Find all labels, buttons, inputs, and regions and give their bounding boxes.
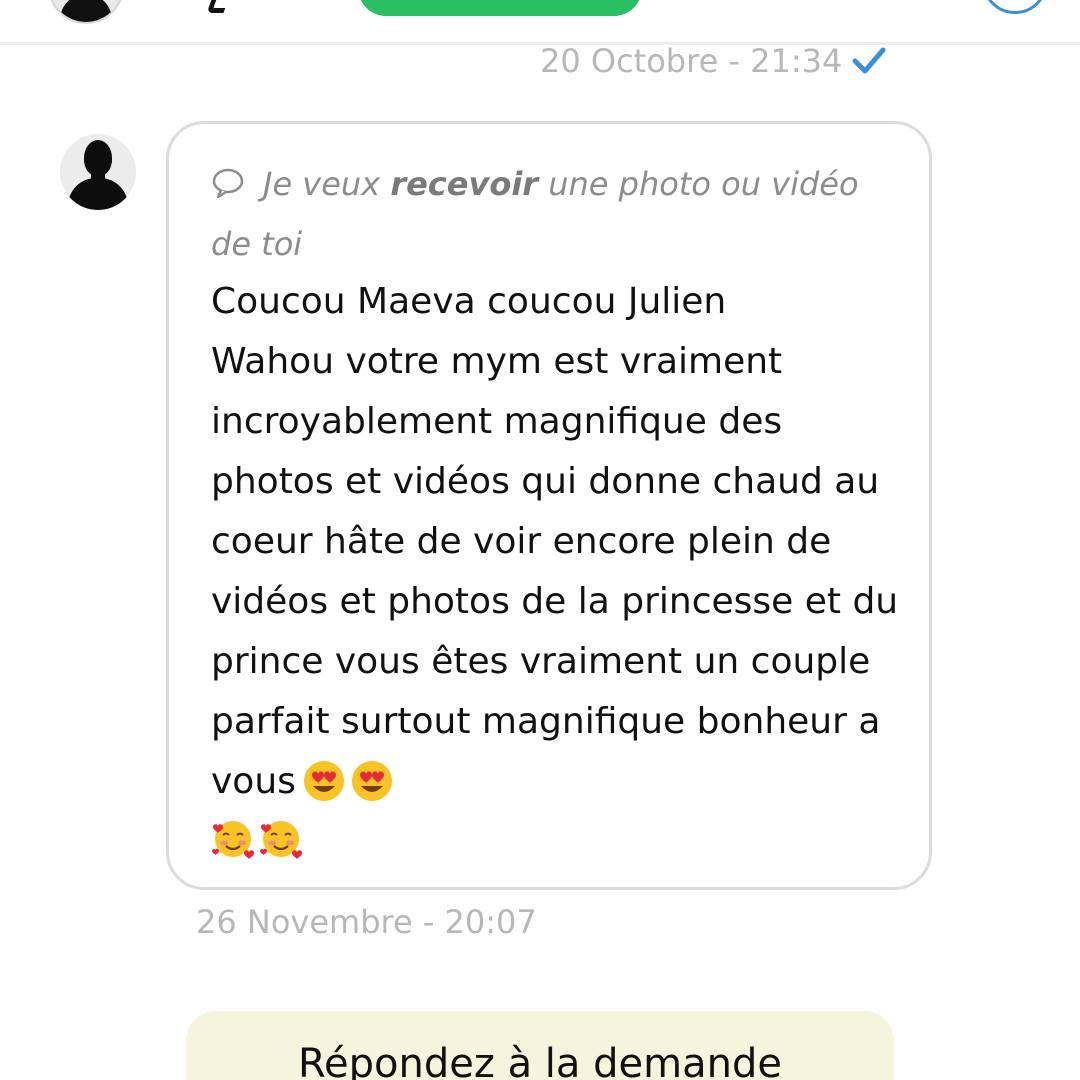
message-body: Coucou Maeva coucou Julien Wahou votre m… (211, 272, 911, 812)
contact-avatar[interactable] (48, 0, 124, 24)
trailing-emojis (211, 817, 303, 861)
heart-eyes-emoji-icon (303, 761, 344, 801)
request-prefix: Je veux (263, 165, 391, 203)
request-type-line: Je veux recevoir une photo ou vidéo de t… (211, 154, 891, 274)
conversation-page: 20 Octobre - 21:34 Je veux recevoir une … (0, 0, 1080, 1080)
avatar-body-silhouette (60, 0, 112, 22)
sent-timestamp: 20 Octobre - 21:34 (540, 42, 843, 80)
contact-name-fragment (206, 0, 231, 13)
checkmark-icon (852, 47, 886, 74)
sender-avatar[interactable] (60, 134, 136, 210)
comment-icon (212, 168, 244, 198)
smiling-face-with-hearts-emoji-icon (260, 821, 302, 859)
message-body-text: Coucou Maeva coucou Julien Wahou votre m… (211, 281, 899, 802)
message-bubble: Je veux recevoir une photo ou vidéo de t… (166, 121, 932, 890)
top-action-button[interactable] (358, 0, 642, 16)
top-bar (0, 0, 1080, 45)
avatar-body-silhouette (68, 178, 128, 210)
reply-to-request-button[interactable]: Répondez à la demande (186, 1011, 894, 1080)
received-timestamp: 26 Novembre - 20:07 (196, 903, 537, 941)
inline-emojis (302, 759, 394, 803)
top-circle-button[interactable] (982, 0, 1048, 14)
reply-button-label: Répondez à la demande (298, 1041, 782, 1080)
smiling-face-with-hearts-emoji-icon (212, 821, 254, 859)
request-type-keyword: recevoir (390, 165, 539, 203)
heart-eyes-emoji-icon (351, 761, 392, 801)
